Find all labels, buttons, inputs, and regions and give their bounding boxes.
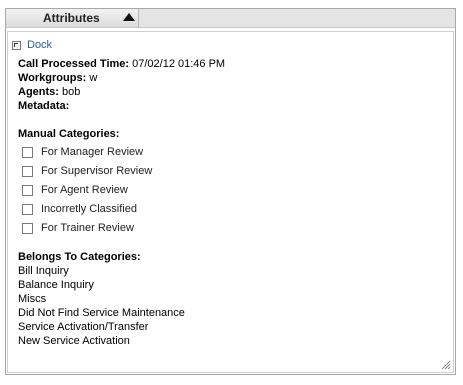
manual-category-label: For Trainer Review	[41, 222, 134, 234]
attributes-panel: Attributes Dock Call Processed Time: 07/…	[5, 8, 456, 375]
category-item: Bill Inquiry	[18, 265, 69, 277]
call-processed-time-value: 07/02/12 01:46 PM	[132, 58, 226, 70]
manual-category-item[interactable]: For Agent Review	[22, 183, 128, 197]
category-item: Balance Inquiry	[18, 279, 94, 291]
manual-category-item[interactable]: For Manager Review	[22, 145, 143, 159]
checkbox[interactable]	[22, 165, 33, 177]
category-item: New Service Activation	[18, 335, 130, 347]
dock-link[interactable]: Dock	[27, 39, 52, 51]
checkbox[interactable]	[22, 203, 33, 215]
manual-category-item[interactable]: Incorretly Classified	[22, 202, 137, 216]
manual-category-label: Incorretly Classified	[41, 203, 137, 215]
workgroups-label: Workgroups:	[18, 72, 87, 84]
belongs-to-categories-heading: Belongs To Categories:	[18, 251, 141, 263]
metadata-label: Metadata:	[18, 100, 70, 112]
agents-label: Agents:	[18, 86, 59, 98]
call-processed-time-row: Call Processed Time: 07/02/12 01:46 PM	[18, 57, 225, 71]
tab-strip: Attributes	[6, 9, 455, 28]
manual-category-item[interactable]: For Supervisor Review	[22, 164, 152, 178]
workgroups-value: w	[89, 72, 98, 84]
agents-row: Agents: bob	[18, 85, 80, 99]
manual-category-item[interactable]: For Trainer Review	[22, 221, 134, 235]
resize-grip-icon[interactable]	[440, 359, 451, 370]
tab-attributes-label: Attributes	[43, 11, 100, 25]
category-item: Miscs	[18, 293, 47, 305]
collapse-up-triangle-icon[interactable]	[123, 13, 135, 21]
workgroups-row: Workgroups: w	[18, 71, 97, 85]
manual-category-label: For Agent Review	[41, 184, 128, 196]
category-item: Service Activation/Transfer	[18, 321, 149, 333]
manual-category-label: For Manager Review	[41, 146, 144, 158]
category-item: Did Not Find Service Maintenance	[18, 307, 185, 319]
attributes-content: Dock Call Processed Time: 07/02/12 01:46…	[7, 31, 454, 373]
manual-categories-heading: Manual Categories:	[18, 128, 120, 140]
call-processed-time-label: Call Processed Time:	[18, 58, 130, 70]
dock-control[interactable]: Dock	[12, 38, 52, 52]
checkbox[interactable]	[22, 146, 33, 158]
agents-value: bob	[62, 86, 81, 98]
tab-attributes[interactable]: Attributes	[6, 9, 139, 27]
manual-category-label: For Supervisor Review	[41, 165, 153, 177]
checkbox[interactable]	[22, 222, 33, 234]
checkbox[interactable]	[22, 184, 33, 196]
dock-icon[interactable]	[12, 40, 21, 50]
metadata-row: Metadata:	[18, 99, 69, 113]
